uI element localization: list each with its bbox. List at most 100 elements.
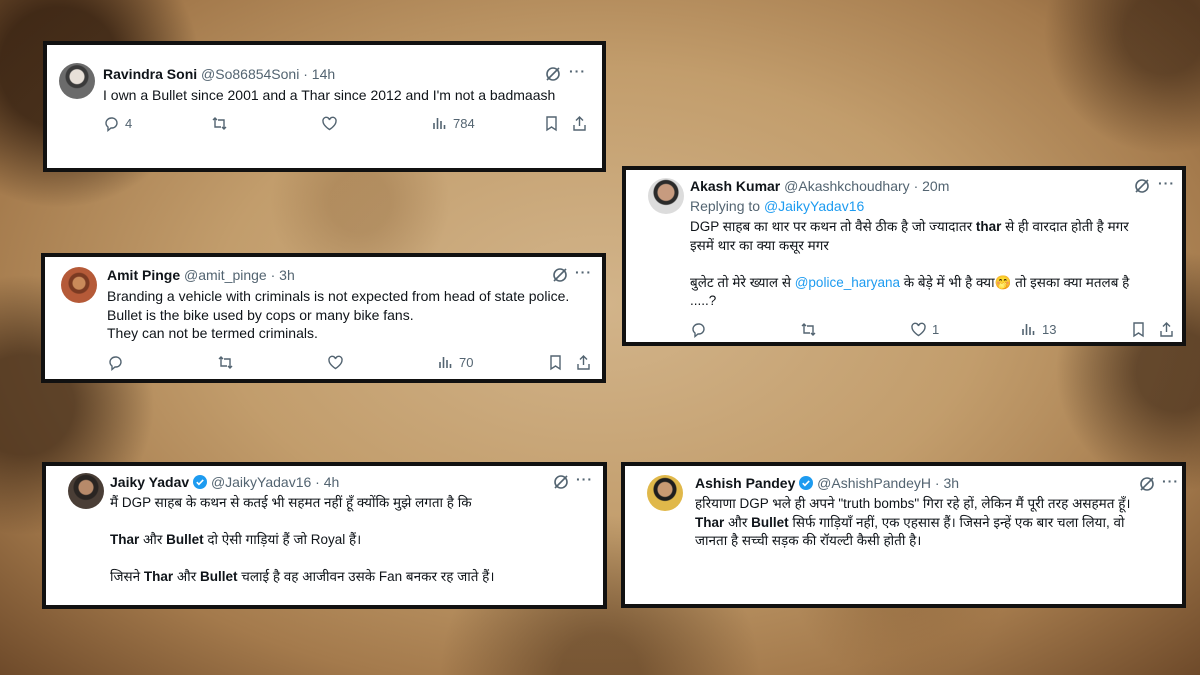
avatar[interactable] xyxy=(68,473,104,509)
like-button[interactable] xyxy=(321,115,338,132)
author-name[interactable]: Ashish Pandey xyxy=(695,475,795,491)
tweet-actions: 4 784 xyxy=(103,115,593,135)
text-segment: दो ऐसी गाड़ियां हैं जो Royal हैं। xyxy=(203,532,362,547)
author-name[interactable]: Ravindra Soni xyxy=(103,66,197,82)
like-button[interactable]: 1 xyxy=(910,321,939,338)
text-bold: Bullet xyxy=(200,569,238,584)
heart-icon xyxy=(328,355,343,370)
verified-badge-icon xyxy=(799,476,814,490)
tweet-header: Ashish Pandey @AshishPandeyH · 3h xyxy=(695,475,959,491)
views-button[interactable]: 13 xyxy=(1020,321,1056,338)
author-name[interactable]: Jaiky Yadav xyxy=(110,474,189,490)
grok-icon[interactable] xyxy=(545,66,561,82)
text-line: They can not be termed criminals. xyxy=(107,325,318,341)
text-segment: तो इसका क्या मतलब है xyxy=(1011,274,1130,290)
tweet-header: Akash Kumar @Akashkchoudhary · 20m xyxy=(690,178,949,194)
timestamp[interactable]: 4h xyxy=(324,474,340,490)
text-bold: Bullet xyxy=(166,532,204,547)
grok-icon[interactable] xyxy=(553,474,569,490)
heart-icon xyxy=(911,322,926,337)
replying-to: Replying to @JaikyYadav16 xyxy=(690,198,864,214)
share-button[interactable] xyxy=(575,354,592,371)
like-count: 1 xyxy=(932,322,940,337)
author-name[interactable]: Amit Pinge xyxy=(107,267,180,283)
tweet-text: मैं DGP साहब के कथन से कतई भी सहमत नहीं … xyxy=(110,494,600,587)
text-segment: सिर्फ गाड़ियाँ नहीं, एक एहसास हैं। जिसने… xyxy=(788,514,1125,530)
more-options-icon[interactable]: ··· xyxy=(569,63,586,79)
timestamp[interactable]: 20m xyxy=(922,178,949,194)
share-icon xyxy=(1160,322,1173,337)
reply-icon xyxy=(109,356,122,371)
text-line: इसमें थार का क्या कसूर मगर xyxy=(690,237,829,253)
bookmark-icon xyxy=(546,116,557,132)
author-handle[interactable]: @JaikyYadav16 xyxy=(211,474,311,490)
retweet-button[interactable] xyxy=(217,354,234,371)
separator-dot: · xyxy=(934,475,940,491)
text-segment: जिसने xyxy=(110,569,144,584)
tweet-card-ravindra-soni: Ravindra Soni @So86854Soni · 14h ··· I o… xyxy=(43,41,606,172)
retweet-button[interactable] xyxy=(211,115,228,132)
grok-icon[interactable] xyxy=(1139,476,1155,492)
bookmark-icon xyxy=(550,355,561,371)
text-bold: Bullet xyxy=(751,514,789,530)
bookmark-button[interactable] xyxy=(543,115,560,132)
timestamp[interactable]: 14h xyxy=(312,66,335,82)
views-icon xyxy=(439,357,452,368)
reply-button[interactable] xyxy=(107,354,124,371)
text-segment: और xyxy=(173,569,200,584)
text-segment: और xyxy=(139,532,167,547)
author-handle[interactable]: @So86854Soni xyxy=(201,66,299,82)
tweet-text: I own a Bullet since 2001 and a Thar sin… xyxy=(103,87,556,103)
author-name[interactable]: Akash Kumar xyxy=(690,178,780,194)
text-line: Branding a vehicle with criminals is not… xyxy=(107,288,570,304)
views-button[interactable]: 70 xyxy=(437,354,473,371)
tweet-header: Jaiky Yadav @JaikyYadav16 · 4h xyxy=(110,474,339,490)
views-count: 13 xyxy=(1042,322,1057,337)
tweet-actions: 70 xyxy=(107,354,597,374)
share-button[interactable] xyxy=(1158,321,1175,338)
text-segment: और xyxy=(724,514,752,530)
avatar[interactable] xyxy=(648,178,684,214)
grok-icon[interactable] xyxy=(1134,178,1150,194)
grok-icon[interactable] xyxy=(552,267,568,283)
timestamp[interactable]: 3h xyxy=(279,267,295,283)
more-options-icon[interactable]: ··· xyxy=(1158,175,1175,191)
retweet-button[interactable] xyxy=(800,321,817,338)
author-handle[interactable]: @amit_pinge xyxy=(184,267,267,283)
more-options-icon[interactable]: ··· xyxy=(576,471,593,487)
avatar[interactable] xyxy=(647,475,683,511)
more-options-icon[interactable]: ··· xyxy=(1162,473,1179,489)
retweet-icon xyxy=(212,117,227,130)
text-segment: से ही वारदात होती है मगर xyxy=(1001,219,1129,234)
text-segment: के बेड़े में भी है क्या xyxy=(900,274,995,290)
mention-link[interactable]: @police_haryana xyxy=(795,275,900,290)
bookmark-button[interactable] xyxy=(1130,321,1147,338)
reply-button[interactable]: 4 xyxy=(103,115,132,132)
avatar[interactable] xyxy=(61,267,97,303)
tweet-card-ashish-pandey: Ashish Pandey @AshishPandeyH · 3h ··· हर… xyxy=(621,462,1186,608)
more-options-icon[interactable]: ··· xyxy=(575,264,592,280)
views-button[interactable]: 784 xyxy=(431,115,475,132)
text-line: .....? xyxy=(690,293,717,308)
share-icon xyxy=(573,116,586,131)
views-icon xyxy=(1022,324,1035,335)
text-segment: DGP साहब का थार पर कथन तो वैसे ठीक है जो… xyxy=(690,219,976,234)
tweet-header: Ravindra Soni @So86854Soni · 14h xyxy=(103,66,335,82)
views-icon xyxy=(433,118,446,129)
author-handle[interactable]: @AshishPandeyH xyxy=(817,475,931,491)
share-button[interactable] xyxy=(571,115,588,132)
reply-count: 4 xyxy=(125,116,133,131)
avatar[interactable] xyxy=(59,63,95,99)
replying-to-mention[interactable]: @JaikyYadav16 xyxy=(764,198,864,214)
reply-button[interactable] xyxy=(690,321,707,338)
tweet-text: Branding a vehicle with criminals is not… xyxy=(107,287,602,343)
separator-dot: · xyxy=(315,474,320,490)
author-handle[interactable]: @Akashkchoudhary xyxy=(784,178,910,194)
like-button[interactable] xyxy=(327,354,344,371)
share-icon xyxy=(577,355,590,370)
text-bold: thar xyxy=(975,219,1002,234)
timestamp[interactable]: 3h xyxy=(943,475,959,491)
bookmark-button[interactable] xyxy=(547,354,564,371)
tweet-header: Amit Pinge @amit_pinge · 3h xyxy=(107,267,295,283)
text-line: हरियाणा DGP भले ही अपने "truth bombs" गि… xyxy=(695,496,1131,511)
